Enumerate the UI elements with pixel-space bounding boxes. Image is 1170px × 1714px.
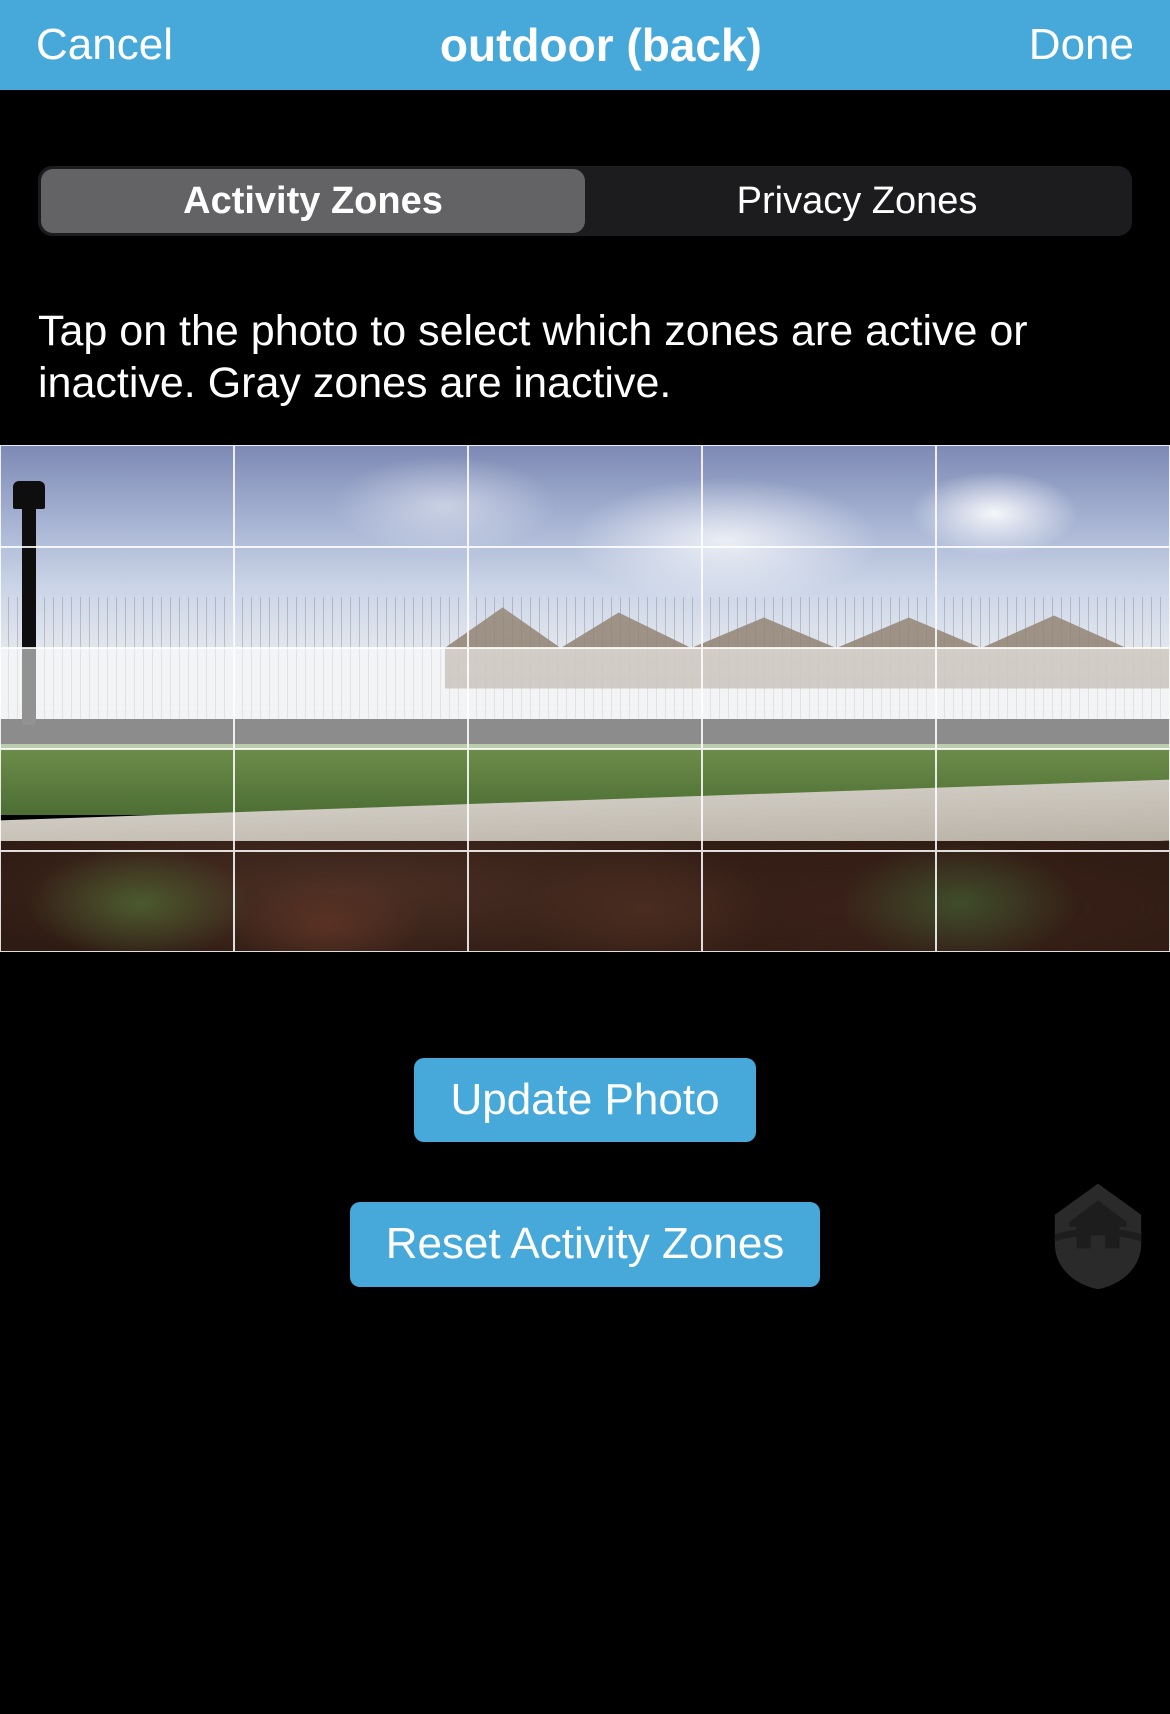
zone-cell[interactable] [702,547,936,648]
instructions-text: Tap on the photo to select which zones a… [38,306,1132,409]
tab-activity-zones[interactable]: Activity Zones [41,169,585,233]
zone-cell[interactable] [468,851,702,952]
zone-cell[interactable] [0,648,234,749]
zone-cell[interactable] [936,445,1170,546]
zone-type-segmented-control: Activity Zones Privacy Zones [38,166,1132,236]
zone-cell[interactable] [234,547,468,648]
zone-cell[interactable] [702,851,936,952]
zone-cell[interactable] [936,547,1170,648]
reset-activity-zones-button[interactable]: Reset Activity Zones [350,1202,821,1286]
house-shield-icon [1038,1174,1158,1294]
action-buttons: Update Photo Reset Activity Zones [0,1058,1170,1287]
zone-cell[interactable] [702,648,936,749]
zone-cell[interactable] [936,648,1170,749]
zone-cell[interactable] [936,749,1170,850]
zone-cell[interactable] [702,445,936,546]
cancel-button[interactable]: Cancel [36,20,173,70]
update-photo-button[interactable]: Update Photo [414,1058,755,1142]
zone-cell[interactable] [234,851,468,952]
done-button[interactable]: Done [1029,20,1134,70]
camera-photo-area [0,445,1170,952]
zone-cell[interactable] [234,648,468,749]
zone-cell[interactable] [0,547,234,648]
zone-cell[interactable] [0,851,234,952]
zone-cell[interactable] [0,749,234,850]
zone-cell[interactable] [702,749,936,850]
navbar: Cancel outdoor (back) Done [0,0,1170,90]
zone-grid [0,445,1170,952]
zone-cell[interactable] [468,547,702,648]
zone-cell[interactable] [936,851,1170,952]
zone-cell[interactable] [234,749,468,850]
tab-privacy-zones[interactable]: Privacy Zones [585,169,1129,233]
zone-cell[interactable] [468,648,702,749]
zone-cell[interactable] [468,445,702,546]
zone-cell[interactable] [468,749,702,850]
zone-cell[interactable] [0,445,234,546]
page-title: outdoor (back) [440,18,762,72]
zone-cell[interactable] [234,445,468,546]
